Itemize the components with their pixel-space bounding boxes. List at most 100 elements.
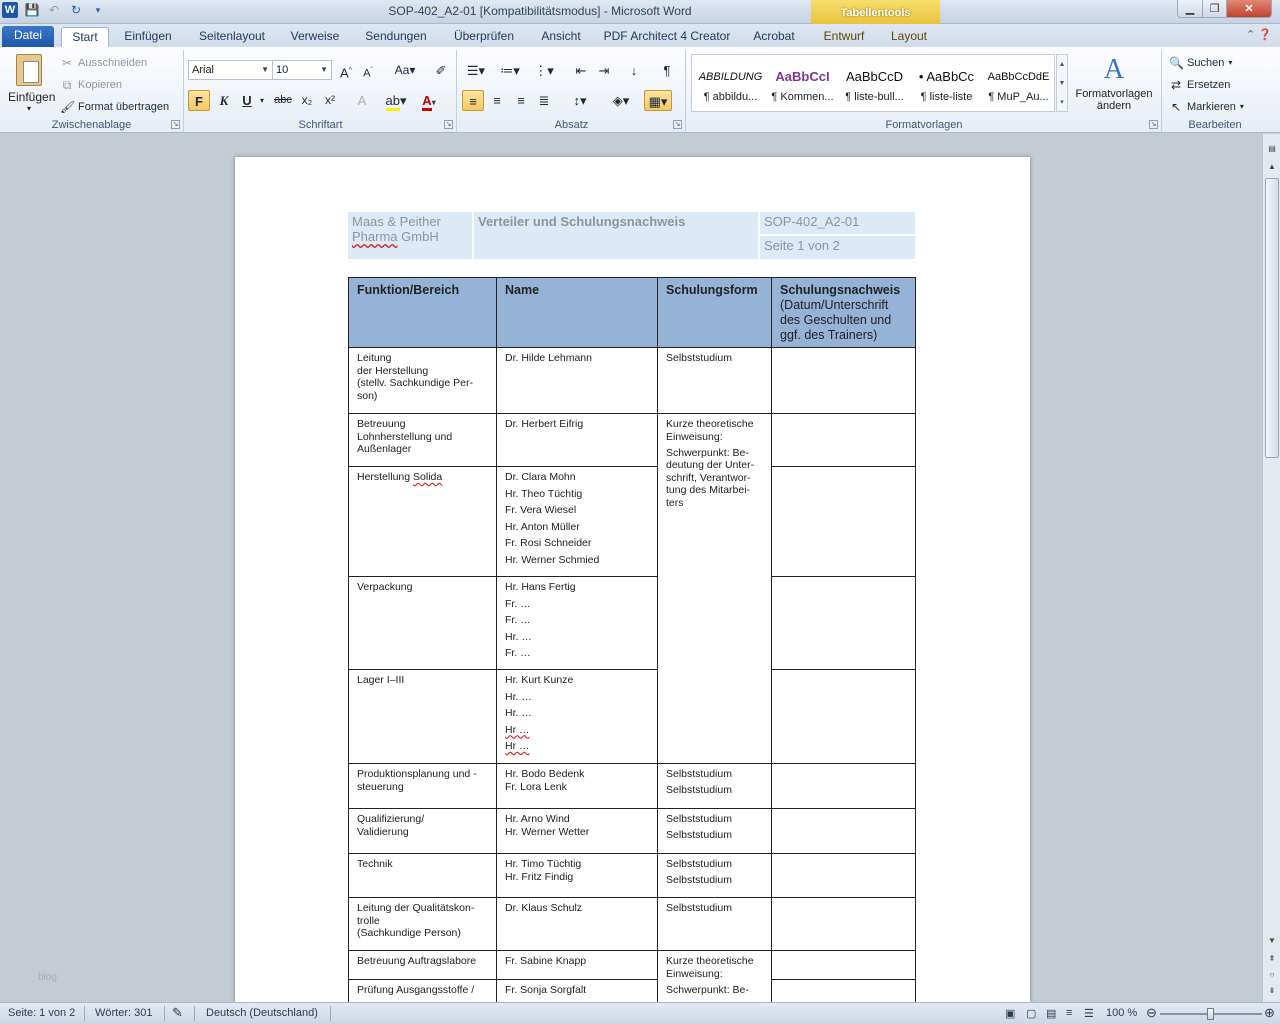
tab-seitenlayout[interactable]: Seitenlayout — [192, 27, 272, 47]
maximize-button[interactable]: ❐ — [1202, 0, 1227, 18]
shading-icon[interactable]: ◈▾ — [606, 90, 636, 111]
tab-datei[interactable]: Datei — [2, 26, 54, 47]
sort-icon[interactable]: ↓ — [623, 60, 645, 81]
document-page[interactable]: Maas & Peither Pharma GmbH Verteiler und… — [235, 157, 1030, 1002]
grow-font-icon[interactable]: A^ — [335, 60, 357, 81]
style-liste-bullet[interactable]: AaBbCcD ¶ liste-bull... — [838, 63, 911, 113]
table-row[interactable]: Leitung der Qualitätskon-trolle (Sachkund… — [348, 897, 916, 951]
superscript-button[interactable]: x² — [319, 90, 341, 111]
signature-cell[interactable] — [771, 853, 916, 898]
table-row[interactable]: Prüfung Ausgangsstoffe / Fr. Sonja Sorgf… — [348, 979, 916, 1002]
styles-dialog-launcher-icon[interactable]: ↘ — [1149, 120, 1158, 129]
copy-button[interactable]: ⧉ Kopieren — [60, 76, 122, 94]
shrink-font-icon[interactable]: Aˇ — [357, 60, 379, 81]
scrollbar-thumb[interactable] — [1265, 178, 1279, 458]
tab-acrobat[interactable]: Acrobat — [747, 27, 801, 47]
tab-sendungen[interactable]: Sendungen — [358, 27, 434, 47]
word-count[interactable]: Wörter: 301 — [95, 1007, 152, 1019]
signature-cell[interactable] — [771, 347, 916, 414]
table-row[interactable]: Herstellung Solida Dr. Clara Mohn Hr. The… — [348, 466, 916, 577]
tab-pdf-architect[interactable]: PDF Architect 4 Creator — [600, 27, 734, 47]
minimize-button[interactable]: ▁ — [1177, 0, 1203, 18]
decrease-indent-icon[interactable]: ⇤ — [570, 60, 592, 81]
table-row[interactable]: Lager I–III Hr. Kurt Kunze Hr. … Hr. … Hr …… — [348, 669, 916, 764]
table-row[interactable]: Technik Hr. Timo Tüchtig Hr. Fritz Findig… — [348, 853, 916, 898]
line-spacing-icon[interactable]: ↕▾ — [566, 90, 594, 111]
proofing-icon[interactable]: ✎ — [172, 1005, 183, 1021]
signature-cell[interactable] — [771, 897, 916, 951]
clear-formatting-icon[interactable]: ✐ — [430, 60, 452, 81]
table-row[interactable]: Produktionsplanung und - steuerung Hr. Bo… — [348, 763, 916, 809]
zoom-out-icon[interactable]: ⊖ — [1146, 1005, 1157, 1021]
font-color-icon[interactable]: A▾ — [415, 90, 443, 111]
table-row[interactable]: Betreuung Lohnherstellung und Außenlager D… — [348, 413, 916, 764]
highlight-color-icon[interactable]: ab▾ — [382, 90, 410, 111]
zoom-slider-knob[interactable] — [1207, 1008, 1214, 1020]
zoom-level[interactable]: 100 % — [1106, 1007, 1137, 1019]
italic-button[interactable]: K — [213, 90, 235, 111]
style-liste-liste[interactable]: • AaBbCc ¶ liste-liste — [910, 63, 983, 113]
scroll-down-icon[interactable]: ▼ — [1265, 934, 1279, 947]
font-size-combo[interactable]: 10 ▼ — [272, 60, 332, 80]
table-row[interactable]: Leitung der Herstellung (stellv. Sachkundi… — [348, 347, 916, 414]
text-effects-icon[interactable]: A — [351, 90, 373, 111]
view-web-layout-icon[interactable]: ▤ — [1046, 1007, 1056, 1020]
zoom-in-icon[interactable]: ⊕ — [1264, 1005, 1275, 1021]
view-draft-icon[interactable]: ☰ — [1084, 1007, 1094, 1020]
change-case-icon[interactable]: Aa▾ — [391, 60, 419, 81]
change-styles-button[interactable]: A Formatvorlagen ändern — [1070, 52, 1158, 112]
table-row[interactable]: Verpackung Hr. Hans Fertig Fr. … Fr. … Hr. … — [348, 576, 916, 670]
signature-cell[interactable] — [771, 979, 916, 1002]
borders-icon[interactable]: ▦▾ — [644, 90, 672, 111]
signature-cell[interactable] — [771, 763, 916, 809]
view-outline-icon[interactable]: ≡ — [1066, 1007, 1072, 1019]
justify-icon[interactable]: ≣ — [533, 90, 555, 111]
scroll-up-icon[interactable]: ▲ — [1265, 160, 1279, 173]
signature-cell[interactable] — [771, 669, 916, 764]
signature-cell[interactable] — [771, 576, 916, 670]
close-button[interactable]: ✕ — [1226, 0, 1272, 18]
font-dialog-launcher-icon[interactable]: ↘ — [444, 120, 453, 129]
signature-cell[interactable] — [771, 950, 916, 980]
dialog-launcher-icon[interactable]: ↘ — [171, 120, 180, 129]
find-button[interactable]: 🔍 Suchen ▾ — [1169, 54, 1232, 72]
view-print-layout-icon[interactable]: ▣ — [1005, 1007, 1015, 1020]
tab-ansicht[interactable]: Ansicht — [535, 27, 587, 47]
style-kommentar[interactable]: AaBbCcI ¶ Kommen... — [766, 63, 839, 113]
numbering-icon[interactable]: ≔▾ — [496, 60, 524, 81]
ruler-toggle-icon[interactable]: ▤ — [1265, 142, 1279, 155]
bullets-icon[interactable]: ☰▾ — [462, 60, 490, 81]
tab-verweise[interactable]: Verweise — [285, 27, 345, 47]
show-formatting-marks-icon[interactable]: ¶ — [656, 60, 678, 81]
underline-dropdown-icon[interactable]: ▾ — [257, 90, 267, 111]
align-right-icon[interactable]: ≡ — [510, 90, 532, 111]
help-icon[interactable]: ⌃ ❓ — [1246, 28, 1272, 41]
select-button[interactable]: ↖ Markieren ▾ — [1169, 98, 1244, 116]
tab-ueberpruefen[interactable]: Überprüfen — [447, 27, 521, 47]
tab-layout[interactable]: Layout — [882, 27, 936, 47]
align-center-icon[interactable]: ≡ — [486, 90, 508, 111]
view-full-screen-icon[interactable]: ▢ — [1026, 1007, 1036, 1020]
cut-button[interactable]: ✂ Ausschneiden — [60, 54, 147, 72]
tab-einfuegen[interactable]: Einfügen — [118, 27, 178, 47]
font-name-combo[interactable]: Arial ▼ — [188, 60, 273, 80]
table-row[interactable]: Betreuung Auftragslabore Fr. Sabine Knap… — [348, 950, 916, 1002]
tab-entwurf[interactable]: Entwurf — [815, 27, 873, 47]
align-left-icon[interactable]: ≡ — [462, 90, 484, 111]
tab-start[interactable]: Start — [61, 27, 109, 47]
signature-cell[interactable] — [771, 413, 916, 467]
multilevel-list-icon[interactable]: ⋮▾ — [530, 60, 558, 81]
paste-button[interactable]: Einfügen ▾ — [8, 52, 55, 113]
bold-button[interactable]: F — [188, 90, 210, 111]
signature-cell[interactable] — [771, 808, 916, 854]
styles-gallery-scroll[interactable]: ▲ ▼ ▾ — [1056, 54, 1068, 112]
document-area[interactable]: Maas & Peither Pharma GmbH Verteiler und… — [0, 134, 1262, 1002]
style-mup-au[interactable]: AaBbCcDdE ¶ MuP_Au... — [982, 63, 1055, 113]
signature-cell[interactable] — [771, 466, 916, 577]
next-page-icon[interactable]: ⇟ — [1265, 984, 1279, 997]
page-indicator[interactable]: Seite: 1 von 2 — [8, 1007, 75, 1019]
format-painter-button[interactable]: 🖌 Format übertragen — [60, 98, 169, 116]
browse-object-icon[interactable]: ○ — [1265, 968, 1279, 981]
subscript-button[interactable]: x₂ — [296, 90, 318, 111]
previous-page-icon[interactable]: ⇞ — [1265, 952, 1279, 965]
